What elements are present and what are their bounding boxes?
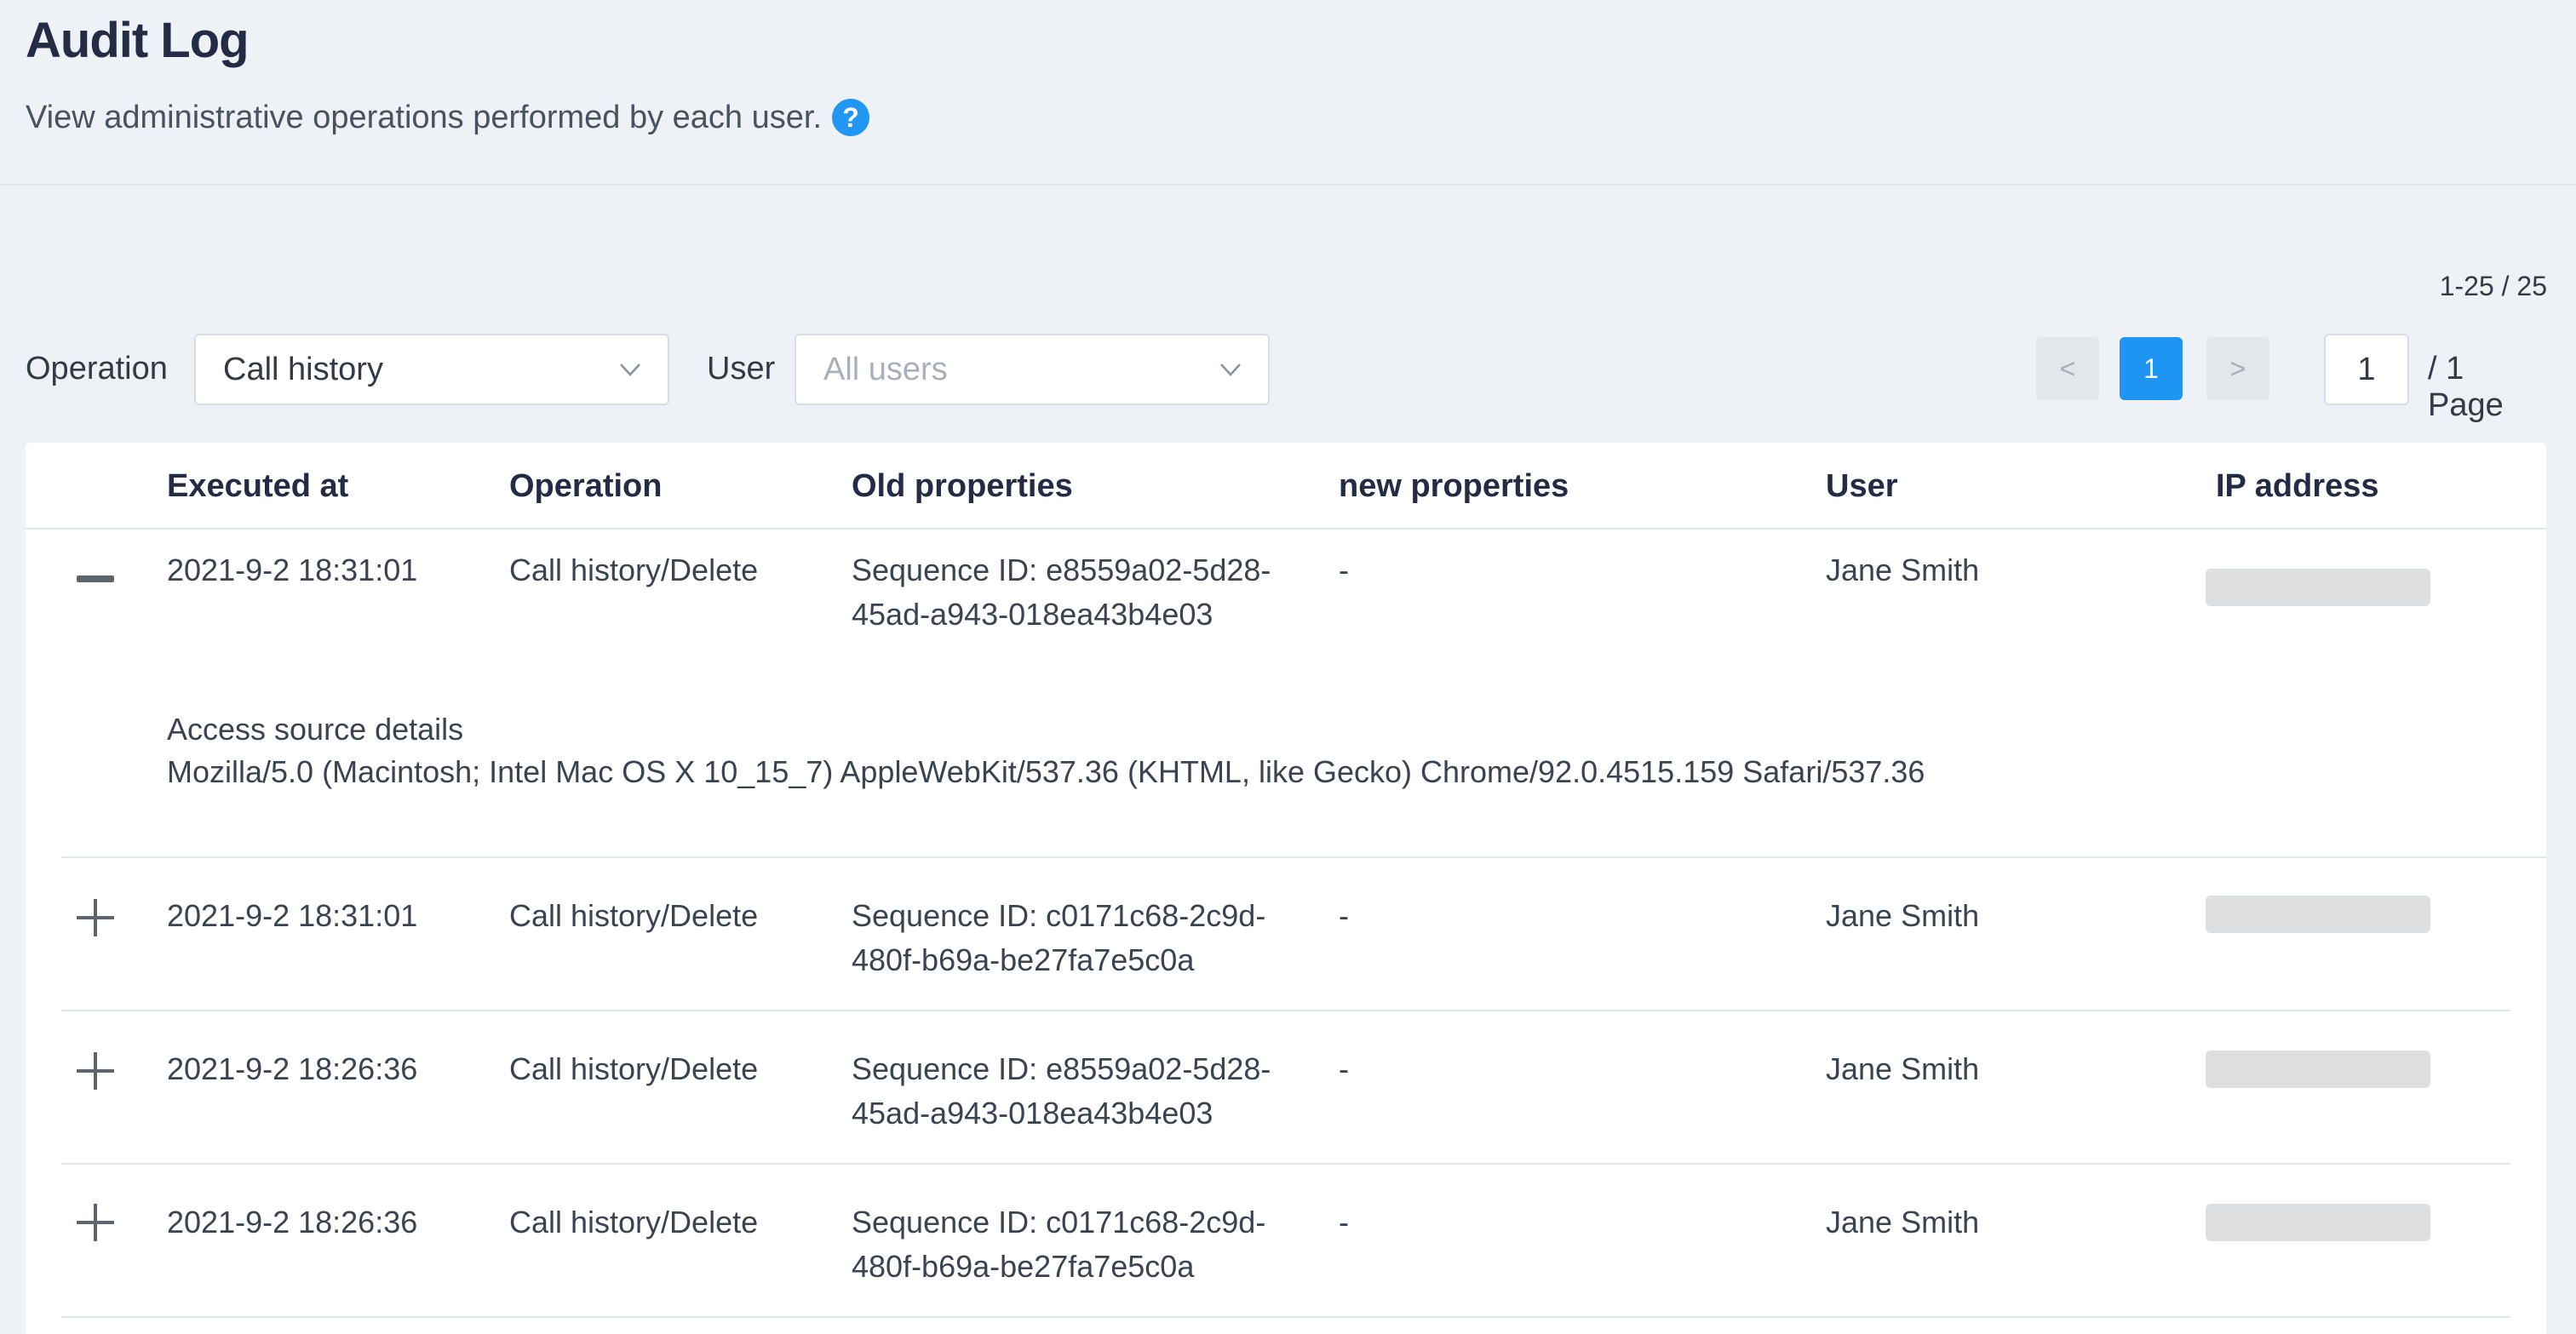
access-source-value: Mozilla/5.0 (Macintosh; Intel Mac OS X 1… xyxy=(167,754,1925,789)
executed-at: 2021-9-2 18:31:01 xyxy=(167,552,418,587)
plus-icon[interactable] xyxy=(77,1052,114,1090)
operation: Call history/Delete xyxy=(509,1205,759,1240)
ip-address-redacted xyxy=(2206,896,2430,933)
prev-page-button[interactable]: < xyxy=(2036,337,2099,400)
ip-address-redacted xyxy=(2206,569,2430,606)
filter-bar: Operation Call history User All users < … xyxy=(26,334,2547,423)
audit-log-table: Executed at Operation Old properties new… xyxy=(26,443,2546,1334)
page-header: Audit Log View administrative operations… xyxy=(0,0,2576,186)
user-filter-label: User xyxy=(707,351,776,386)
col-operation: Operation xyxy=(509,468,663,504)
old-properties-line2: 45ad-a943-018ea43b4e03 xyxy=(852,597,1213,632)
user-select[interactable]: All users xyxy=(795,334,1270,405)
user: Jane Smith xyxy=(1826,552,1980,587)
ip-address-redacted xyxy=(2206,1051,2430,1088)
col-executed-at: Executed at xyxy=(167,468,349,504)
executed-at: 2021-9-2 18:26:36 xyxy=(167,1205,418,1240)
table-row[interactable]: 2021-9-2 18:26:36 Call history/Delete Se… xyxy=(26,1011,2546,1165)
operation: Call history/Delete xyxy=(509,898,759,933)
minus-icon[interactable] xyxy=(77,560,114,598)
page-subtitle-text: View administrative operations performed… xyxy=(26,99,823,135)
pagination: < 1 > 1 / 1 Page xyxy=(2036,334,2547,423)
plus-icon[interactable] xyxy=(77,1204,114,1241)
executed-at: 2021-9-2 18:31:01 xyxy=(167,898,418,933)
help-icon[interactable]: ? xyxy=(832,99,870,136)
new-properties: - xyxy=(1339,1051,1349,1086)
user: Jane Smith xyxy=(1826,898,1980,933)
operation: Call history/Delete xyxy=(509,1051,759,1086)
operation-filter-label: Operation xyxy=(26,351,168,386)
table-row[interactable]: 2021-9-2 18:31:01 Call history/Delete Se… xyxy=(26,858,2546,1011)
access-source-label: Access source details xyxy=(167,712,464,747)
col-user: User xyxy=(1826,468,1898,504)
table-row[interactable]: 2021-9-2 18:31:01 Call history/Delete Se… xyxy=(26,530,2546,858)
page-1-button[interactable]: 1 xyxy=(2120,337,2183,400)
col-old-properties: Old properties xyxy=(852,468,1073,504)
user: Jane Smith xyxy=(1826,1205,1980,1240)
operation: Call history/Delete xyxy=(509,552,759,587)
page-number-input[interactable]: 1 xyxy=(2324,334,2409,405)
col-new-properties: new properties xyxy=(1339,468,1569,504)
old-properties-line2: 45ad-a943-018ea43b4e03 xyxy=(852,1096,1213,1131)
chevron-down-icon xyxy=(1220,364,1241,376)
table-row[interactable]: 2021-9-2 18:26:36 Call history/Delete Se… xyxy=(26,1165,2546,1318)
old-properties-line1: Sequence ID: c0171c68-2c9d- xyxy=(852,1205,1266,1240)
user-select-placeholder: All users xyxy=(823,351,948,387)
new-properties: - xyxy=(1339,552,1349,587)
executed-at: 2021-9-2 18:26:36 xyxy=(167,1051,418,1086)
new-properties: - xyxy=(1339,1205,1349,1240)
old-properties-line1: Sequence ID: e8559a02-5d28- xyxy=(852,1051,1271,1086)
old-properties-line1: Sequence ID: c0171c68-2c9d- xyxy=(852,898,1266,933)
plus-icon[interactable] xyxy=(77,899,114,936)
ip-address-redacted xyxy=(2206,1204,2430,1241)
old-properties-line1: Sequence ID: e8559a02-5d28- xyxy=(852,552,1271,587)
next-page-button[interactable]: > xyxy=(2206,337,2269,400)
page-title: Audit Log xyxy=(26,13,250,68)
operation-select-value: Call history xyxy=(223,351,383,387)
user: Jane Smith xyxy=(1826,1051,1980,1086)
old-properties-line2: 480f-b69a-be27fa7e5c0a xyxy=(852,1249,1195,1284)
result-range: 1-25 / 25 xyxy=(2439,271,2547,301)
new-properties: - xyxy=(1339,898,1349,933)
old-properties-line2: 480f-b69a-be27fa7e5c0a xyxy=(852,942,1195,977)
page-total: / 1 Page xyxy=(2428,351,2504,423)
page-subtitle: View administrative operations performed… xyxy=(26,99,870,136)
row-divider xyxy=(61,1316,2510,1318)
chevron-down-icon xyxy=(620,364,640,376)
operation-select[interactable]: Call history xyxy=(194,334,669,405)
table-header: Executed at Operation Old properties new… xyxy=(26,443,2546,530)
col-ip-address: IP address xyxy=(2216,468,2379,504)
